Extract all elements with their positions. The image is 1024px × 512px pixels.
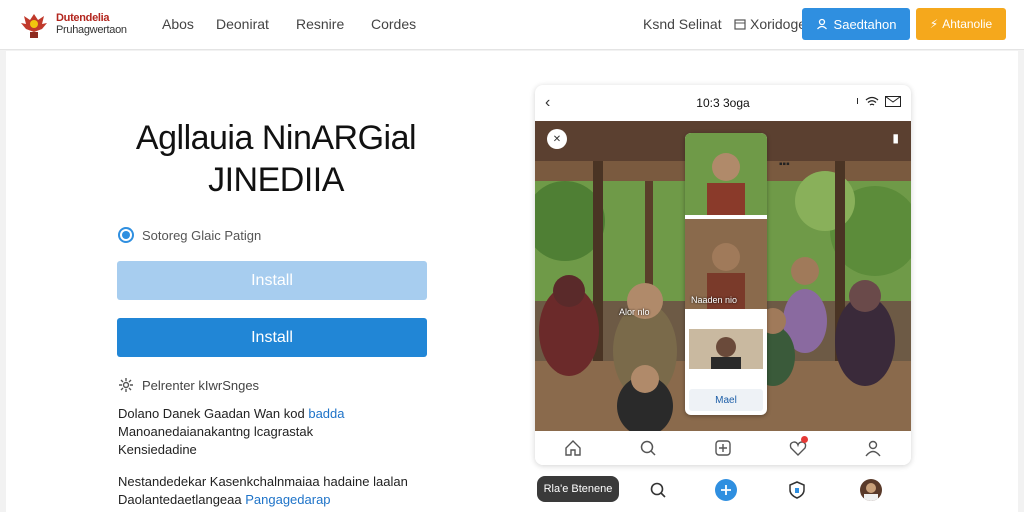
search-icon[interactable] xyxy=(638,438,658,458)
para1-line-3: Kensiedadine xyxy=(118,442,197,457)
hero-headline: Agllauia NinARGial JINEDIIA xyxy=(116,117,436,201)
bottom-shield-icon[interactable] xyxy=(786,479,808,501)
overlay-caption: Naaden nio xyxy=(691,295,738,305)
nav-item-3[interactable]: Resnire xyxy=(296,16,344,32)
headline-line-1: Agllauia NinARGial xyxy=(135,119,417,157)
radio-label: Sotoreg Glaic Patign xyxy=(142,227,262,243)
feature-row: Pelrenter kIwrSnges xyxy=(118,377,259,393)
photo-caption: Alor nlo xyxy=(619,307,650,317)
nav-item-1[interactable]: Abos xyxy=(162,16,194,32)
main-panel: Agllauia NinARGial JINEDIIA Sotoreg Glai… xyxy=(6,51,1018,512)
header-link-2[interactable]: Xoridoge xyxy=(734,16,806,32)
bottom-search-icon[interactable] xyxy=(647,479,669,501)
nav-item-2[interactable]: Deonirat xyxy=(216,16,269,32)
bottom-add-icon[interactable] xyxy=(715,479,737,501)
para1-link[interactable]: badda xyxy=(308,406,344,421)
para2-line-1: Nestandedekar Kasenkchalnmaiaa hadaine l… xyxy=(118,474,408,489)
logo-line-1: Dutendelia xyxy=(56,12,110,24)
close-circle-icon[interactable]: ✕ xyxy=(547,129,567,149)
settings-icon xyxy=(119,378,133,392)
description-paragraph-2: Nestandedekar Kasenkchalnmaiaa hadaine l… xyxy=(118,473,408,509)
top-header: Dutendelia Pruhagwertaon Abos Deonirat R… xyxy=(0,0,1024,50)
photo-caption-right: ▪▪▪ xyxy=(779,159,790,170)
overlay-thumbnails xyxy=(685,133,767,369)
para1-text: Dolano Danek Gaadan xyxy=(118,406,251,421)
phone-title: 10:3 3oga xyxy=(696,96,750,110)
install-button-secondary[interactable]: Install xyxy=(117,261,427,300)
radio-icon[interactable] xyxy=(118,227,134,243)
user-icon xyxy=(816,18,827,30)
para2-line-2: Daolantedaetlangeaa xyxy=(118,492,242,507)
phone-mockup: ‹ 10:3 3oga ı Alor nlo ✕ ▮ ▪▪▪ Naaden ni… xyxy=(535,85,911,465)
para1-line-2: Manoanedaianakantng lcagrastak xyxy=(118,424,314,439)
bottom-toolbar: Rla'e Btenene xyxy=(535,472,905,506)
radio-option[interactable]: Sotoreg Glaic Patign xyxy=(118,225,261,245)
nav-item-4[interactable]: Cordes xyxy=(371,16,416,32)
feature-label: Pelrenter kIwrSnges xyxy=(142,377,260,393)
add-post-icon[interactable] xyxy=(713,438,733,458)
logo-text: Dutendelia Pruhagwertaon xyxy=(56,12,127,36)
overlay-button[interactable]: Mael xyxy=(689,389,763,411)
lightning-icon: ⚡ xyxy=(929,17,939,31)
lock-icon: ▮ xyxy=(892,131,899,145)
primary-header-button[interactable]: Saedtahon xyxy=(802,8,910,40)
mail-icon xyxy=(885,95,901,107)
garuda-emblem-icon xyxy=(21,14,47,38)
para2-link[interactable]: Pangagedarap xyxy=(245,492,330,507)
signal-icon: ı xyxy=(855,95,859,107)
home-icon[interactable] xyxy=(563,438,583,458)
wifi-icon xyxy=(865,96,879,106)
description-paragraph-1: Dolano Danek Gaadan Wan kod badda Manoan… xyxy=(118,405,345,459)
logo-line-2: Pruhagwertaon xyxy=(56,24,127,36)
primary-header-button-label: Saedtahon xyxy=(833,16,897,32)
group-photo: Alor nlo ✕ ▮ ▪▪▪ Naaden nio Mael xyxy=(535,121,911,431)
site-logo[interactable]: Dutendelia Pruhagwertaon xyxy=(18,8,127,42)
bottom-pill-button[interactable]: Rla'e Btenene xyxy=(537,476,619,502)
status-icons: ı xyxy=(856,95,901,107)
calendar-icon xyxy=(734,19,746,30)
install-button-primary[interactable]: Install xyxy=(117,318,427,357)
header-link-1[interactable]: Ksnd Selinat xyxy=(643,16,722,32)
headline-line-2: JINEDIIA xyxy=(208,161,344,199)
overlay-video-card[interactable]: Naaden nio Mael xyxy=(685,133,767,415)
profile-icon[interactable] xyxy=(863,438,883,458)
notifications-icon[interactable] xyxy=(788,436,809,458)
para1-text-b: Wan kod xyxy=(253,406,305,421)
bottom-avatar[interactable] xyxy=(860,479,882,501)
secondary-header-button[interactable]: ⚡ Ahtanolie xyxy=(916,8,1006,40)
secondary-header-button-label: Ahtanolie xyxy=(942,17,993,31)
phone-status-bar: ‹ 10:3 3oga ı xyxy=(535,85,911,121)
phone-bottom-nav xyxy=(535,431,911,465)
header-link-2-label: Xoridoge xyxy=(750,16,807,32)
